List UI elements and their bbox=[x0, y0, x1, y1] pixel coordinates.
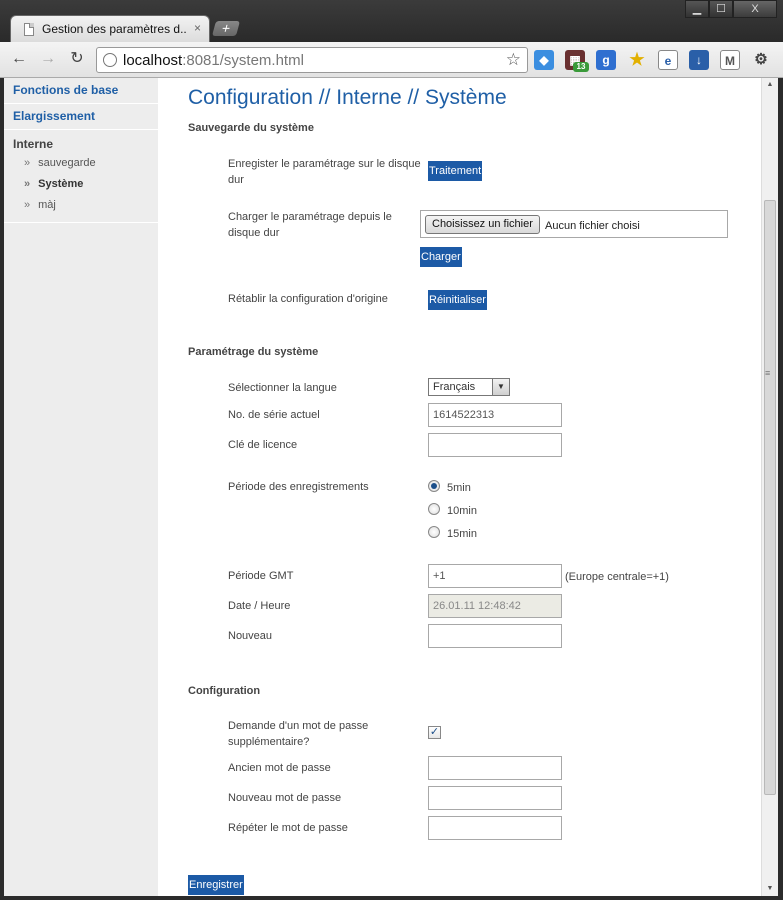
new-datetime-label: Nouveau bbox=[228, 630, 273, 642]
process-button[interactable]: Traitement bbox=[428, 161, 483, 181]
bullet-icon: » bbox=[24, 178, 31, 190]
gmt-label: Période GMT bbox=[228, 570, 294, 582]
sidebar-item-maj[interactable]: » màj bbox=[4, 195, 158, 216]
maximize-button[interactable]: ☐ bbox=[709, 0, 733, 18]
wrench-icon[interactable]: ⚙ bbox=[751, 50, 771, 70]
gmail-icon[interactable]: M bbox=[720, 50, 740, 70]
address-bar[interactable]: localhost:8081/system.html ☆ bbox=[96, 47, 528, 73]
reset-label: Rétablir la configuration d'origine bbox=[228, 293, 388, 305]
forward-arrow-icon[interactable]: → bbox=[37, 50, 59, 70]
new-tab-button[interactable]: + bbox=[211, 20, 241, 36]
datetime-input: 26.01.11 12:48:42 bbox=[428, 594, 562, 618]
chevron-down-icon[interactable]: ▼ bbox=[492, 379, 509, 395]
sidebar-item-label: sauvegarde bbox=[38, 157, 96, 169]
reset-button[interactable]: Réinitialiser bbox=[428, 290, 487, 310]
window-controls: ▁ ☐ X bbox=[685, 0, 777, 18]
sidebar-item-systeme[interactable]: » Système bbox=[4, 174, 158, 195]
license-input[interactable] bbox=[428, 433, 562, 457]
period-option-label: 5min bbox=[447, 482, 471, 494]
datetime-label: Date / Heure bbox=[228, 600, 291, 612]
browser-toolbar: ← → ↻ localhost:8081/system.html ☆ ◆ ▦ 1… bbox=[0, 42, 783, 78]
period-label: Période des enregistrements bbox=[228, 481, 369, 493]
browser-tab[interactable]: Gestion des paramètres d... × bbox=[10, 15, 210, 42]
password-required-checkbox[interactable]: ✓ bbox=[428, 726, 441, 739]
back-arrow-icon[interactable]: ← bbox=[8, 50, 30, 70]
dropbox-icon[interactable]: ◆ bbox=[534, 50, 554, 70]
tab-close-icon[interactable]: × bbox=[194, 21, 201, 35]
period-radio-15min[interactable] bbox=[428, 526, 440, 538]
bullet-icon: » bbox=[24, 199, 31, 211]
section-title-configuration: Configuration bbox=[188, 685, 261, 697]
calendar-badge: 13 bbox=[573, 62, 589, 72]
old-password-label: Ancien mot de passe bbox=[228, 762, 331, 774]
new-datetime-input[interactable] bbox=[428, 624, 562, 648]
url-text: localhost:8081/system.html bbox=[123, 52, 304, 69]
period-option-label: 15min bbox=[447, 528, 477, 540]
google-icon[interactable]: g bbox=[596, 50, 616, 70]
sidebar-item-label: Système bbox=[38, 178, 84, 190]
sidebar-item-fonctions-de-base[interactable]: Fonctions de base bbox=[4, 78, 158, 104]
page-viewport: Fonctions de base Elargissement Interne … bbox=[4, 78, 778, 896]
language-label: Sélectionner la langue bbox=[228, 382, 337, 394]
section-title-system: Paramétrage du système bbox=[188, 346, 319, 358]
download-icon[interactable]: ↓ bbox=[689, 50, 709, 70]
main-content: Configuration // Interne // Système Sauv… bbox=[158, 78, 761, 896]
close-window-button[interactable]: X bbox=[733, 0, 777, 18]
bullet-icon: » bbox=[24, 157, 31, 169]
period-radio-5min[interactable] bbox=[428, 480, 440, 492]
tab-title: Gestion des paramètres d... bbox=[42, 22, 187, 36]
new-password-label: Nouveau mot de passe bbox=[228, 792, 342, 804]
repeat-password-input[interactable] bbox=[428, 816, 562, 840]
file-input[interactable]: Choisissez un fichier Aucun fichier choi… bbox=[420, 210, 728, 238]
minimize-button[interactable]: ▁ bbox=[685, 0, 709, 18]
browser-titlebar: Gestion des paramètres d... × + ▁ ☐ X bbox=[0, 0, 783, 42]
load-button[interactable]: Charger bbox=[420, 247, 462, 267]
page-title: Configuration // Interne // Système bbox=[188, 86, 507, 109]
sidebar-group-interne: Interne » sauvegarde » Système » màj bbox=[4, 130, 158, 223]
new-password-input[interactable] bbox=[428, 786, 562, 810]
star-icon[interactable]: ★ bbox=[627, 50, 647, 70]
globe-icon bbox=[103, 53, 117, 67]
period-radio-10min[interactable] bbox=[428, 503, 440, 515]
gmt-input[interactable]: +1 bbox=[428, 564, 562, 588]
sidebar-item-label: màj bbox=[38, 199, 56, 211]
choose-file-button[interactable]: Choisissez un fichier bbox=[425, 215, 540, 234]
save-settings-label: Enregister le paramétrage sur le disque … bbox=[228, 158, 421, 186]
license-label: Clé de licence bbox=[228, 439, 298, 451]
section-title-backup: Sauvegarde du système bbox=[188, 122, 314, 134]
save-button[interactable]: Enregistrer bbox=[188, 875, 244, 895]
period-option-label: 10min bbox=[447, 505, 477, 517]
file-status: Aucun fichier choisi bbox=[545, 220, 640, 232]
reload-icon[interactable]: ↻ bbox=[66, 50, 88, 70]
language-value: Français bbox=[433, 381, 476, 393]
vertical-scrollbar[interactable]: ▲ ≡ ▼ bbox=[761, 78, 778, 896]
language-select[interactable]: Français ▼ bbox=[428, 378, 510, 396]
notes-icon[interactable]: e bbox=[658, 50, 678, 70]
sidebar-item-sauvegarde[interactable]: » sauvegarde bbox=[4, 153, 158, 174]
serial-label: No. de série actuel bbox=[228, 409, 320, 421]
serial-input[interactable]: 1614522313 bbox=[428, 403, 562, 427]
sidebar: Fonctions de base Elargissement Interne … bbox=[4, 78, 158, 896]
sidebar-group-title[interactable]: Interne bbox=[4, 130, 158, 153]
scroll-up-icon[interactable]: ▲ bbox=[762, 78, 778, 92]
old-password-input[interactable] bbox=[428, 756, 562, 780]
scroll-down-icon[interactable]: ▼ bbox=[762, 882, 778, 896]
sidebar-item-elargissement[interactable]: Elargissement bbox=[4, 104, 158, 130]
gmt-hint: (Europe centrale=+1) bbox=[565, 571, 669, 583]
password-required-label: Demande d'un mot de passe supplémentaire… bbox=[228, 720, 369, 748]
repeat-password-label: Répéter le mot de passe bbox=[228, 822, 348, 834]
scroll-grip-icon: ≡ bbox=[765, 368, 771, 378]
page-icon bbox=[24, 23, 34, 36]
bookmark-star-icon[interactable]: ☆ bbox=[506, 50, 521, 70]
scrollbar-thumb[interactable] bbox=[764, 200, 776, 795]
load-settings-label: Charger le paramétrage depuis le disque … bbox=[228, 211, 392, 239]
